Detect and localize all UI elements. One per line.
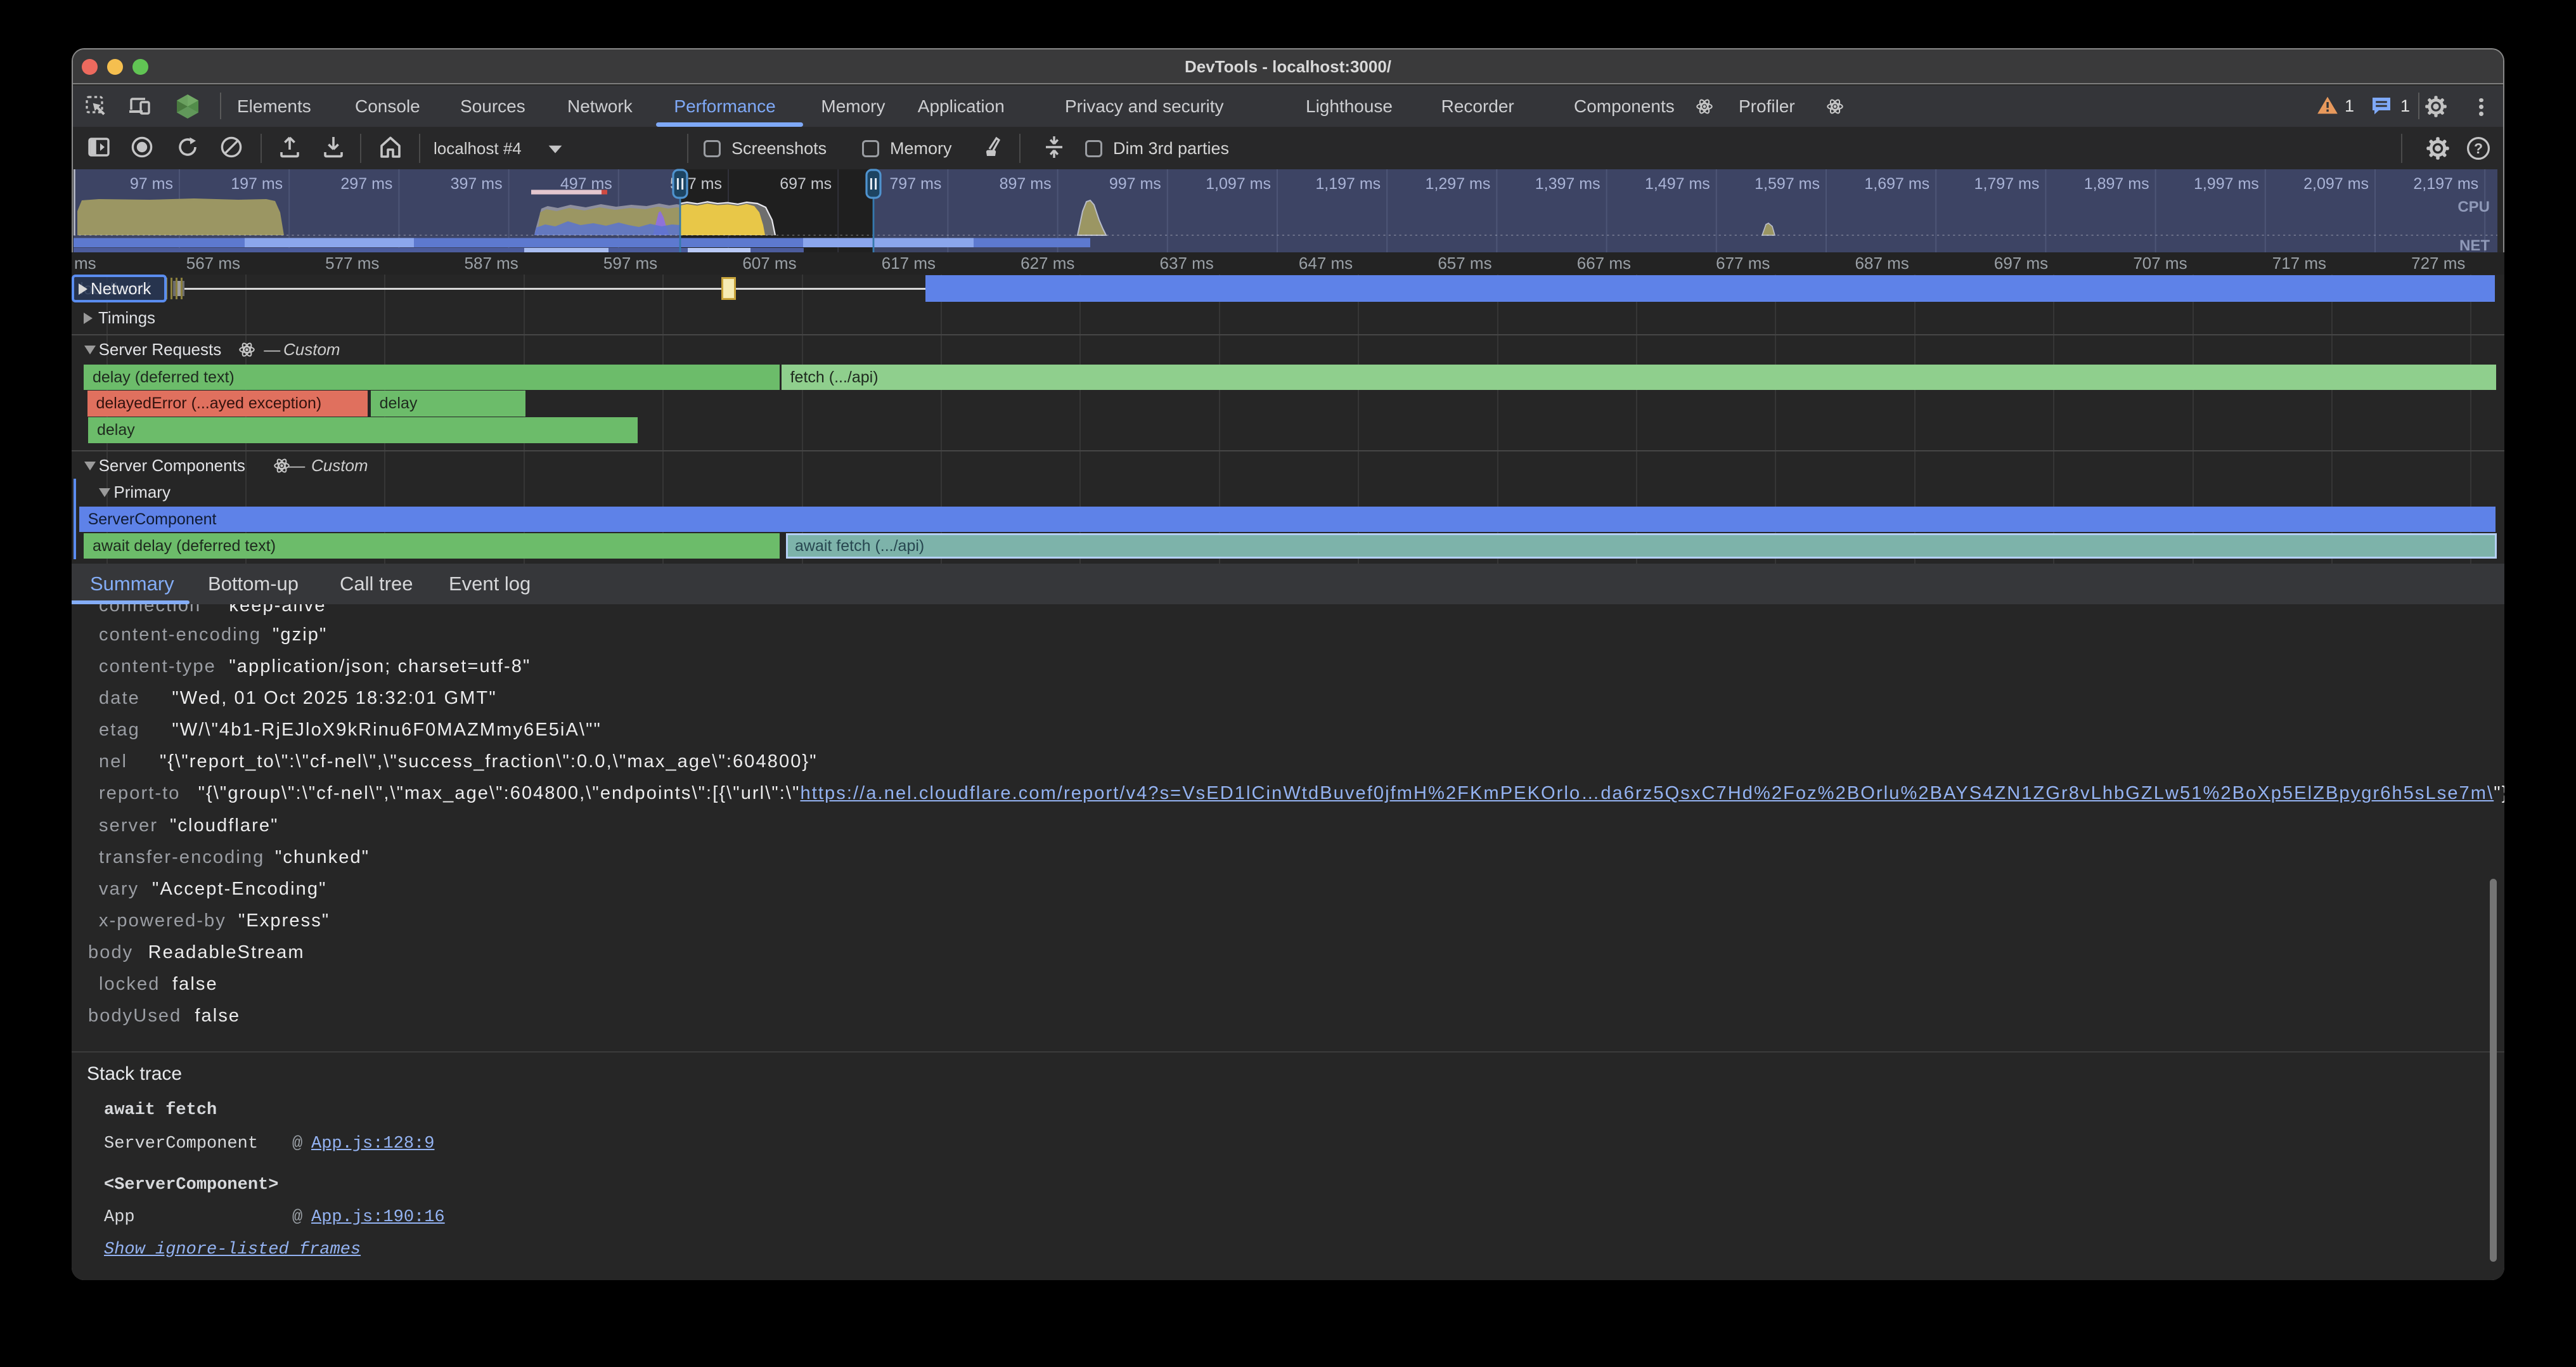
svg-text:?: ?	[2474, 141, 2483, 157]
